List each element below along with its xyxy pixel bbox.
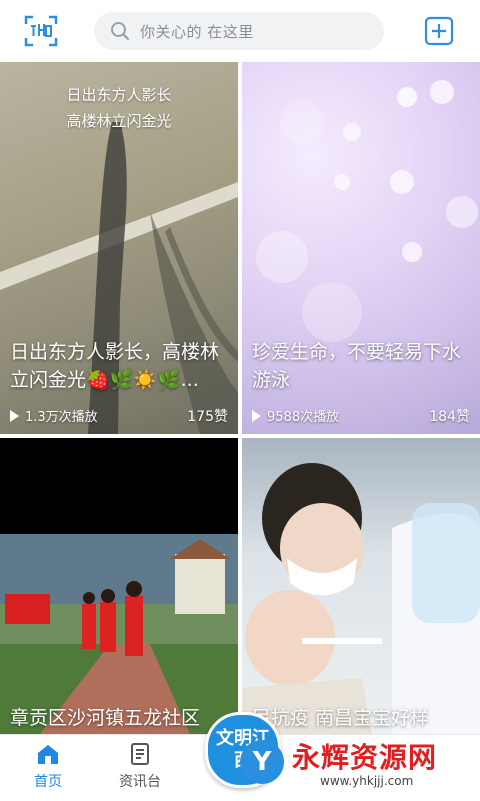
play-count: 9588次播放 [252,406,339,425]
tab-news[interactable]: 资讯台 [100,743,180,791]
play-count: 1.3万次播放 [10,406,98,425]
home-icon [38,745,58,764]
tab-home[interactable]: 首页 [8,743,88,791]
watermark: Y 永辉资源网 www.yhkjjj.com [230,736,480,800]
search-bar[interactable]: 你关心的 在这里 [94,12,384,50]
video-caption: 日出东方人影长，高楼林立闪金光🍓🌿☀️🌿... [10,341,220,391]
play-icon [10,410,19,422]
watermark-logo: Y [240,740,284,784]
like-count: 184赞 [429,409,470,425]
news-icon [131,743,149,765]
medical-photo [242,463,480,734]
watermark-title: 永辉资源网 [292,741,438,774]
video-caption: 章贡区沙河镇五龙社区 [10,707,201,729]
like-count: 175赞 [187,409,228,425]
video-caption: 民抗疫 南昌宝宝好样 [252,707,430,729]
search-icon [111,22,130,41]
scan-icon[interactable] [24,14,58,48]
watermark-url: www.yhkjjj.com [320,774,414,788]
search-placeholder: 你关心的 在这里 [140,23,254,41]
overlay-line-2: 高楼林立闪金光 [66,112,172,130]
video-card[interactable]: 章贡区沙河镇五龙社区 [0,438,238,734]
overlay-line-1: 日出东方人影长 [66,86,172,104]
play-icon [252,410,261,422]
tab-label: 资讯台 [119,774,161,790]
video-feed: 日出东方人影长 高楼林立闪金光 日出东方人影长，高楼林立闪金光🍓🌿☀️🌿... … [0,62,480,734]
video-caption: 珍爱生命，不要轻易下水游泳 [252,341,462,391]
top-bar: 你关心的 在这里 [0,0,480,62]
plus-icon[interactable] [424,16,454,46]
video-card[interactable]: 民抗疫 南昌宝宝好样 [242,438,480,734]
tab-label: 首页 [34,774,62,790]
video-card[interactable]: 珍爱生命，不要轻易下水游泳 9588次播放 184赞 [242,62,480,434]
video-card[interactable]: 日出东方人影长 高楼林立闪金光 日出东方人影长，高楼林立闪金光🍓🌿☀️🌿... … [0,62,238,434]
